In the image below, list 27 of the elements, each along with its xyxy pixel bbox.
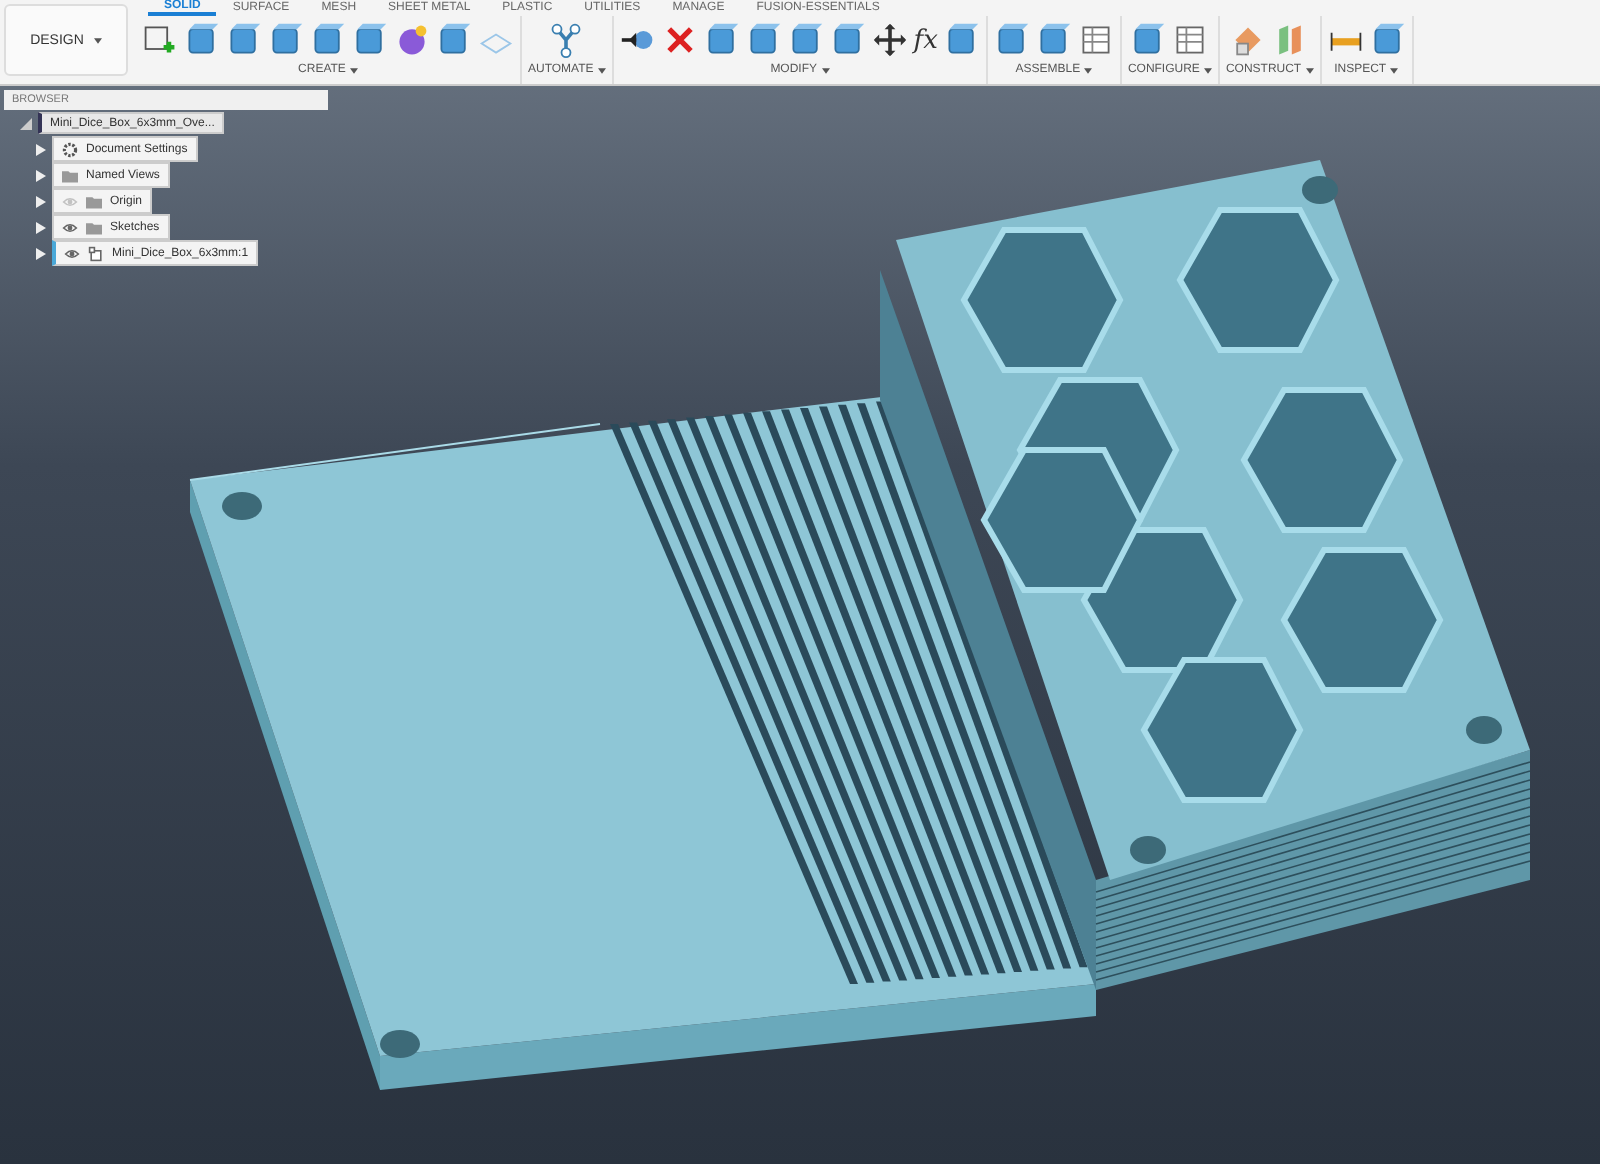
expand-icon[interactable] <box>34 169 46 181</box>
expand-icon[interactable] <box>34 195 46 207</box>
move-icon[interactable] <box>871 22 908 58</box>
caret-icon <box>1084 67 1093 73</box>
caret-icon <box>349 67 358 73</box>
caret-icon <box>93 37 102 43</box>
sphere-icon[interactable] <box>394 22 430 58</box>
function-icon[interactable]: fx <box>913 25 938 55</box>
eye-icon[interactable] <box>62 219 78 235</box>
box-icon[interactable] <box>184 22 220 58</box>
caret-icon <box>597 67 606 73</box>
block-icon[interactable] <box>1369 22 1406 58</box>
sketch-icon[interactable] <box>142 22 178 58</box>
caret-icon <box>1390 67 1399 73</box>
eye-icon[interactable] <box>64 245 80 261</box>
table-icon[interactable] <box>1077 22 1114 58</box>
caret-icon <box>821 67 830 73</box>
caret-icon <box>1305 67 1314 73</box>
expand-icon[interactable] <box>20 117 32 129</box>
config-table-icon[interactable] <box>1172 22 1209 58</box>
gear-icon <box>62 141 78 157</box>
expand-icon[interactable] <box>34 221 46 233</box>
node-graph-icon[interactable] <box>548 22 585 58</box>
caret-icon <box>1203 67 1212 73</box>
expand-icon[interactable] <box>34 143 46 155</box>
solid-icon[interactable] <box>436 22 472 58</box>
expand-icon[interactable] <box>34 247 46 259</box>
